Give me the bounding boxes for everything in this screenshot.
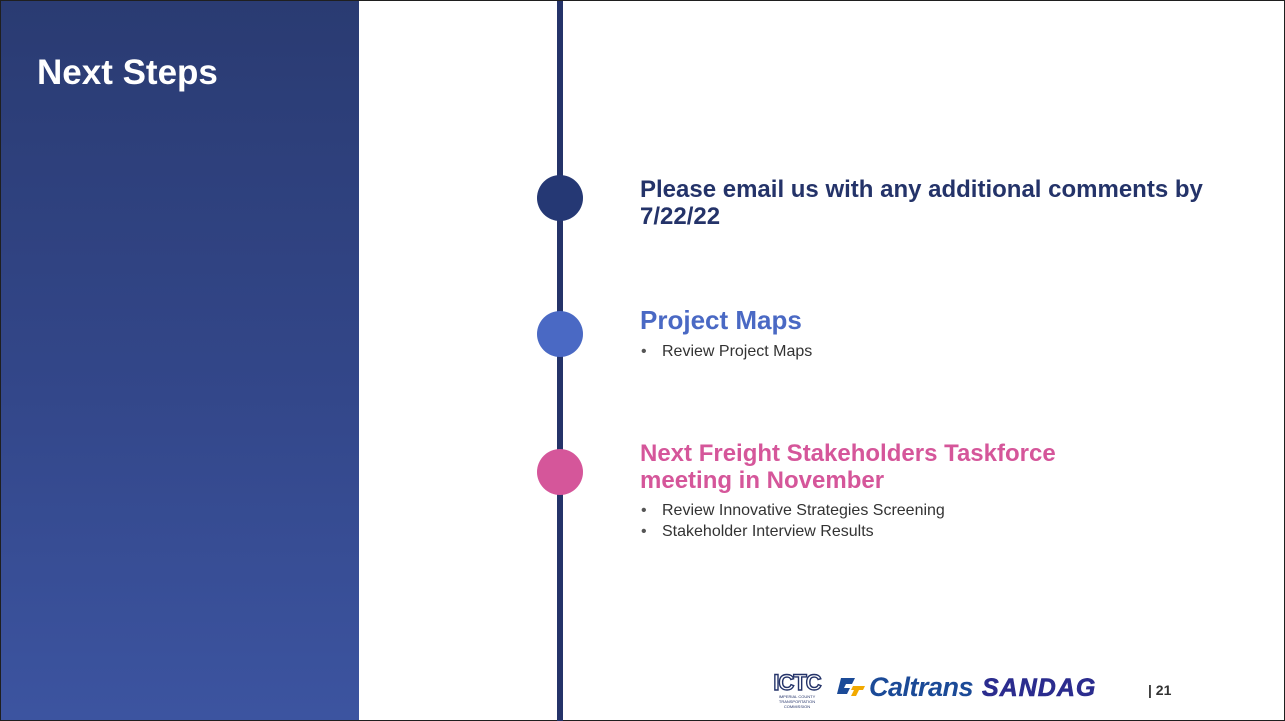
bullet-icon: • (641, 502, 647, 519)
bullet-item: • Review Project Maps (640, 341, 812, 362)
step-heading: Next Freight Stakeholders Taskforce meet… (640, 440, 1056, 494)
step-email: Please email us with any additional comm… (640, 176, 1230, 230)
bullet-text: Review Innovative Strategies Screening (662, 502, 945, 519)
sandag-logo: SANDAG (982, 674, 1097, 703)
bullet-item: • Review Innovative Strategies Screening (640, 500, 1060, 521)
slide-title: Next Steps (37, 53, 218, 92)
timeline-dot-email (537, 175, 583, 221)
step-next-meeting: Next Freight Stakeholders Taskforce meet… (640, 440, 1060, 542)
bullet-icon: • (641, 343, 647, 360)
page-number: | 21 (1148, 682, 1172, 698)
ictc-logo: ICTC IMPERIAL COUNTY TRANSPORTATION COMM… (773, 670, 823, 709)
caltrans-emblem-icon (837, 678, 865, 696)
ictc-logo-text: ICTC (773, 670, 823, 695)
bullet-text: Stakeholder Interview Results (662, 523, 874, 540)
bullet-text: Review Project Maps (662, 343, 813, 360)
caltrans-logo-text: Caltrans (869, 671, 974, 702)
sidebar-panel: Next Steps (1, 1, 359, 720)
step-heading: Project Maps (640, 305, 802, 335)
timeline-dot-project-maps (537, 311, 583, 357)
bullet-list: • Review Innovative Strategies Screening… (640, 500, 1060, 542)
bullet-item: • Stakeholder Interview Results (640, 521, 1060, 542)
bullet-icon: • (641, 523, 647, 540)
timeline-line (557, 1, 563, 721)
step-heading: Please email us with any additional comm… (640, 176, 1203, 230)
caltrans-logo: Caltrans (837, 671, 974, 702)
timeline-dot-next-meeting (537, 449, 583, 495)
bullet-list: • Review Project Maps (640, 341, 812, 362)
ictc-logo-subtext: IMPERIAL COUNTY TRANSPORTATION COMMISSIO… (778, 694, 816, 709)
step-project-maps: Project Maps • Review Project Maps (640, 305, 812, 362)
